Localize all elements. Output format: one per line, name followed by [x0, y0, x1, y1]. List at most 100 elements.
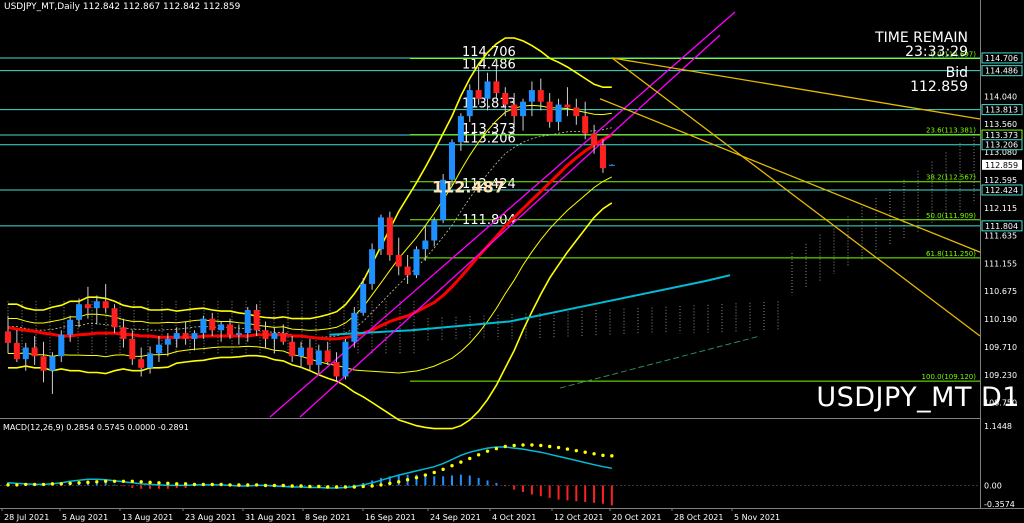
bull-candle [22, 347, 29, 360]
bear-candle [511, 104, 518, 117]
macd-signal-dot [175, 482, 179, 486]
macd-signal-dot [103, 479, 108, 483]
bear-candle [324, 350, 331, 363]
time-axis-label: 13 Aug 2021 [122, 513, 173, 522]
bull-candle [173, 333, 180, 339]
bull-candle [422, 240, 429, 250]
price-box-label: 114.486 [985, 67, 1018, 76]
bear-candle [227, 324, 233, 335]
macd-signal-dot [361, 484, 365, 489]
chart-title: USDJPY_MT D1 [816, 382, 1020, 413]
time-axis-label: 20 Oct 2021 [612, 513, 661, 522]
bear-candle [253, 309, 260, 331]
macd-line [7, 446, 612, 489]
price-axis-tick: 112.595 [984, 176, 1017, 185]
macd-signal-dot [388, 481, 392, 486]
bull-candle [67, 319, 74, 335]
bull-candle [449, 142, 455, 180]
bollinger-lower [8, 202, 613, 430]
macd-signal-dot [325, 485, 330, 489]
macd-signal-dot [130, 479, 135, 483]
bull-candle [377, 217, 384, 250]
fib-level-label: 23.6(113.381) [926, 127, 976, 135]
price-axis-tick: 114.040 [984, 92, 1017, 101]
bull-candle [147, 353, 154, 368]
macd-signal-dot [95, 480, 99, 484]
bear-candle [582, 116, 589, 134]
bull-candle [342, 341, 349, 377]
time-remain-label: TIME REMAIN [875, 30, 968, 46]
bull-candle [528, 90, 535, 102]
price-axis-tick: 109.710 [984, 343, 1017, 352]
magenta-channel [269, 11, 736, 418]
macd-signal-dot [530, 443, 534, 447]
macd-label: MACD(12,26,9) 0.2854 0.5745 0.0000 -0.28… [3, 423, 189, 432]
macd-axis: 1.1448 0.00 -0.3574 [984, 422, 1015, 509]
bull-candle [360, 283, 367, 313]
bid-value: 112.859 [910, 79, 968, 95]
bear-candle [395, 255, 402, 267]
bear-candle [599, 145, 606, 169]
time-axis-label: 24 Sep 2021 [430, 513, 481, 522]
macd-signal-dot [521, 443, 525, 447]
macd-signal-dot [370, 484, 374, 488]
bull-candle [218, 324, 225, 331]
macd-signal-dot [254, 483, 259, 487]
macd-signal-dot [583, 450, 587, 454]
macd-signal-dot [201, 482, 206, 487]
price-axis-tick: 111.635 [984, 232, 1017, 241]
macd-signal-dot [592, 452, 596, 456]
time-axis-label: 23 Aug 2021 [185, 513, 236, 522]
macd-signal-dot [308, 484, 312, 489]
bear-candle [129, 338, 136, 360]
price-axis: 114.486 114.040 113.813 113.560 113.373113.2… [984, 67, 1017, 408]
macd-signal-dot [41, 482, 46, 487]
macd-signal-dot [450, 464, 454, 468]
macd-signal-dot [228, 483, 232, 487]
bull-candle [484, 81, 491, 99]
bear-candle [333, 362, 340, 377]
time-axis-label: 4 Oct 2021 [492, 513, 536, 522]
macd-axis-tick: 1.1448 [984, 422, 1012, 431]
macd-signal-dot [237, 483, 241, 487]
macd-signal-dot [539, 443, 543, 448]
time-remain-value: 23:33:29 [905, 44, 968, 60]
bear-candle [537, 90, 544, 102]
price-box-label: 113.206 [985, 141, 1018, 150]
bear-candle [120, 327, 127, 339]
bull-candle [298, 347, 305, 357]
bull-candle [608, 164, 615, 166]
macd-signal-dot [494, 446, 499, 451]
time-axis-label: 8 Sep 2021 [305, 513, 351, 522]
macd-signal-dot [50, 482, 55, 486]
bid-label: Bid [945, 65, 968, 81]
bear-candle [13, 342, 20, 360]
macd-signal-dot [86, 480, 90, 485]
macd-signal-dot [192, 482, 197, 487]
bear-candle [182, 333, 189, 339]
time-axis-label: 28 Jul 2021 [4, 513, 49, 522]
macd-signal-dot [272, 483, 277, 488]
price-axis-tick: 110.190 [984, 315, 1017, 324]
macd-signal-dot [148, 480, 152, 485]
macd-signal-dot [183, 482, 188, 486]
bull-candle [244, 309, 251, 334]
bull-candle [58, 334, 65, 357]
macd-signal-dot [299, 484, 303, 488]
trend-line [599, 98, 981, 253]
time-axis-label: 5 Aug 2021 [62, 513, 108, 522]
trend-lines [599, 57, 981, 337]
price-box-label: 114.706 [985, 54, 1018, 63]
bull-candle [164, 338, 171, 345]
macd-signal-dot [246, 483, 250, 487]
macd-signal-dot [485, 449, 490, 453]
bear-candle [289, 341, 296, 357]
sma-cyan-line [329, 274, 731, 336]
bear-candle [209, 318, 216, 331]
fib-level-label: 100.0(109.120) [922, 373, 977, 381]
macd-signal-dot [166, 481, 170, 486]
macd-signal-dot [343, 485, 348, 489]
bear-candle [404, 266, 411, 276]
macd-signal-dot [610, 454, 614, 458]
bear-candle [111, 308, 118, 328]
